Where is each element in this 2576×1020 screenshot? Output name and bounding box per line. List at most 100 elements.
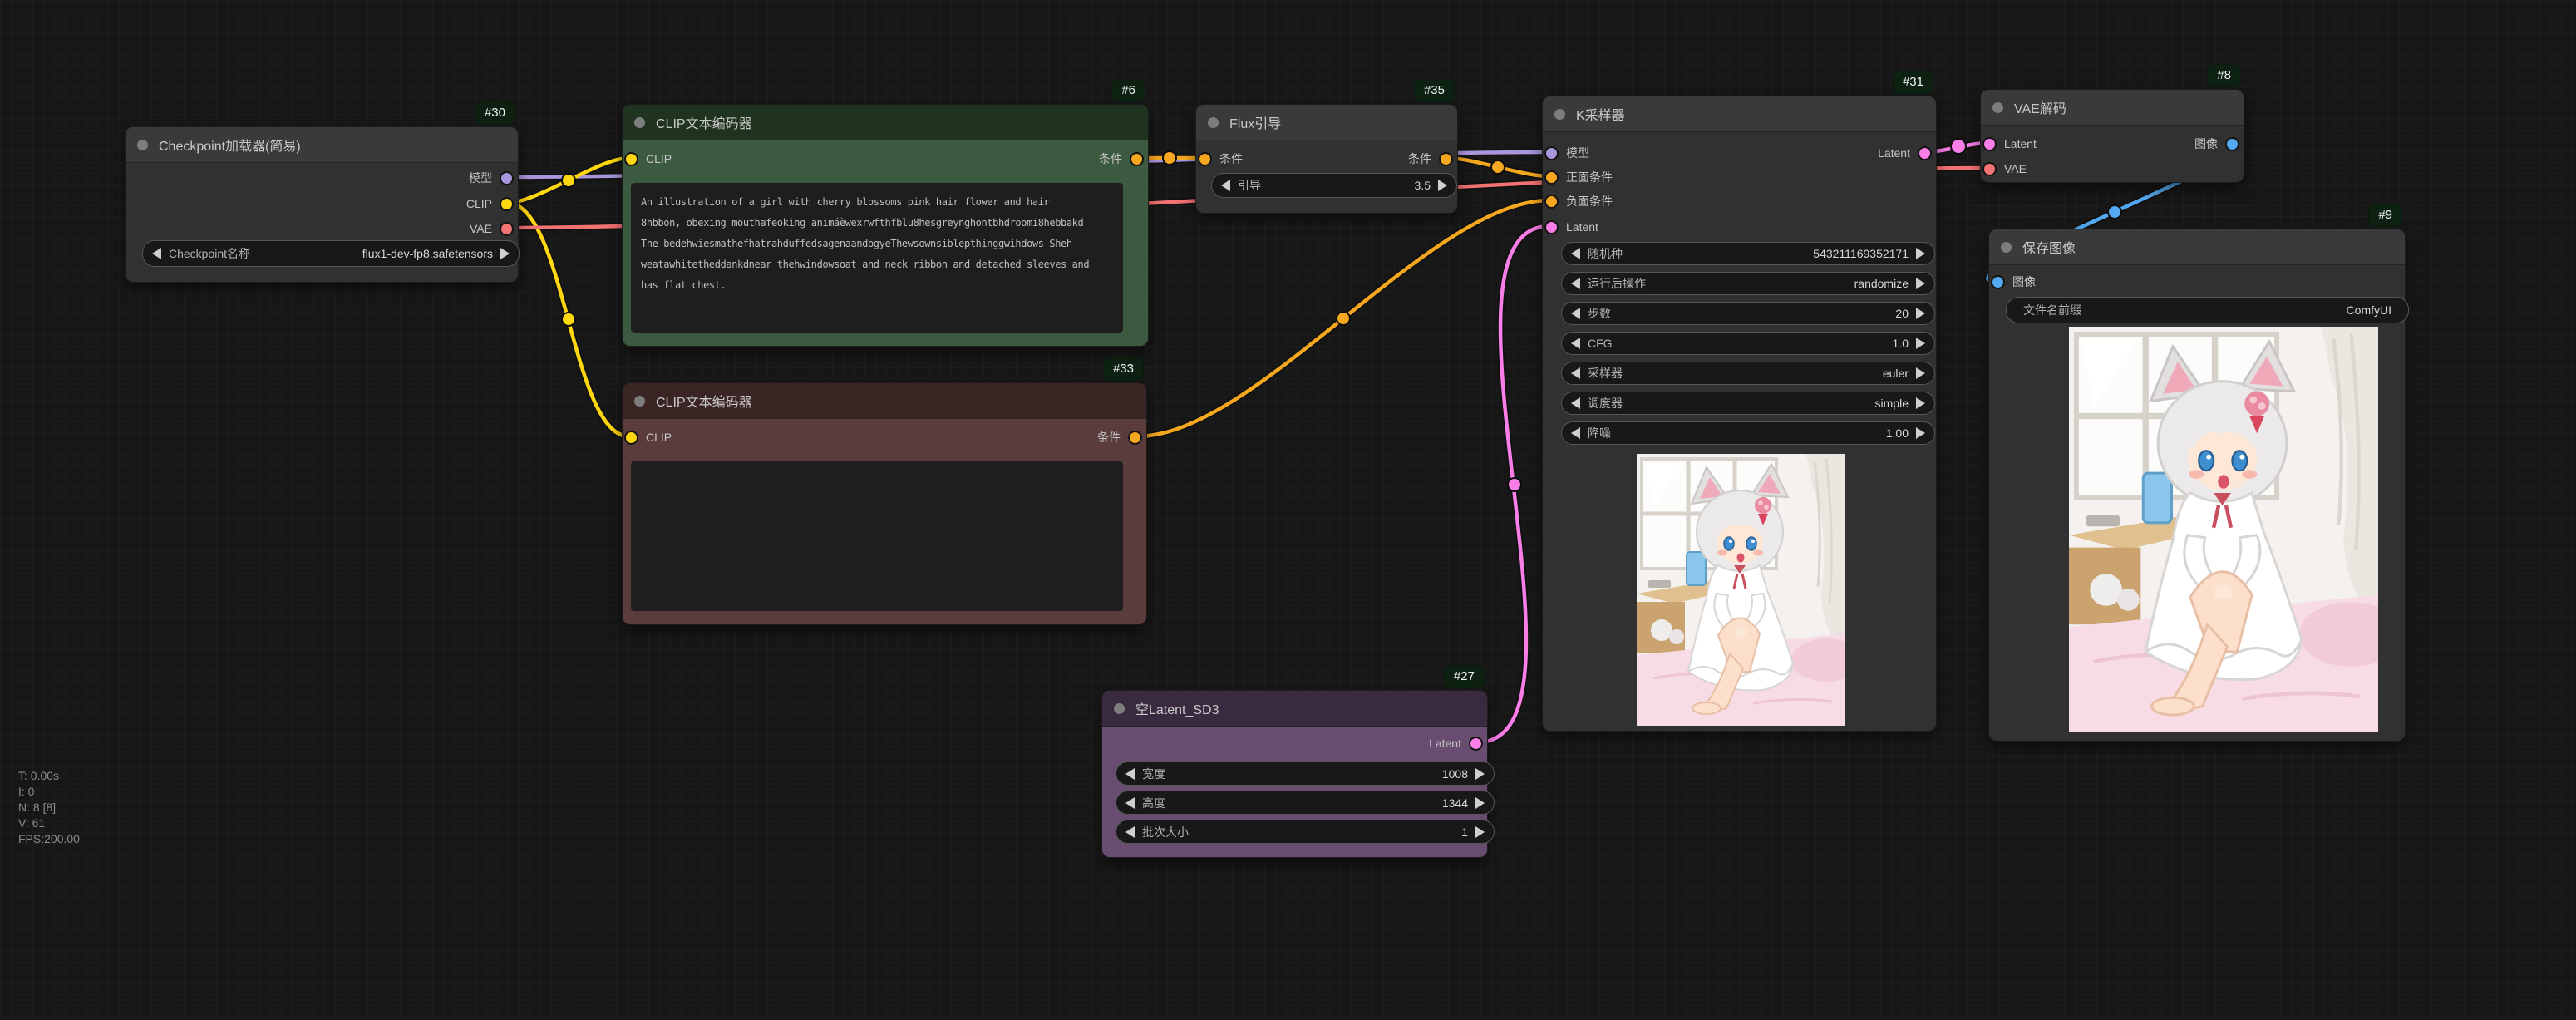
widget-value: ComfyUI <box>2347 303 2391 317</box>
output-model-dot[interactable] <box>500 171 514 185</box>
denoise-widget[interactable]: 降噪 1.00 <box>1561 421 1935 445</box>
decrement-arrow-icon[interactable] <box>1221 180 1230 191</box>
output-conditioning-dot[interactable] <box>1130 152 1144 166</box>
decrement-arrow-icon[interactable] <box>1571 397 1580 409</box>
input-clip-dot[interactable] <box>624 431 638 445</box>
increment-arrow-icon[interactable] <box>1916 367 1925 379</box>
sampler-widget[interactable]: 采样器 euler <box>1561 362 1935 385</box>
node-checkpoint-loader[interactable]: #30 Checkpoint加载器(简易) 模型 CLIP VAE Checkp… <box>125 126 519 283</box>
output-latent-dot[interactable] <box>1918 146 1932 160</box>
link-dot-cond-negative[interactable] <box>1337 312 1350 325</box>
link-dot-clip-negative[interactable] <box>562 313 575 326</box>
decrement-arrow-icon[interactable] <box>1571 308 1580 319</box>
filename-prefix-widget[interactable]: 文件名前缀 ComfyUI <box>2006 297 2409 323</box>
node-save-image[interactable]: #9 保存图像 图像 文件名前缀 ComfyUI <box>1988 229 2406 742</box>
node-header[interactable]: 空Latent_SD3 <box>1102 691 1487 727</box>
input-positive-dot[interactable] <box>1544 170 1559 185</box>
link-dot-latent-ksampler[interactable] <box>1508 478 1521 491</box>
input-latent-dot[interactable] <box>1982 137 1997 151</box>
input-model-dot[interactable] <box>1544 146 1559 160</box>
output-conditioning-dot[interactable] <box>1439 152 1453 166</box>
output-latent-dot[interactable] <box>1469 737 1483 751</box>
decrement-arrow-icon[interactable] <box>1571 367 1580 379</box>
input-latent-dot[interactable] <box>1544 220 1559 234</box>
decrement-arrow-icon[interactable] <box>152 248 161 259</box>
collapse-dot-icon[interactable] <box>1114 703 1125 714</box>
prompt-textarea[interactable] <box>631 461 1123 611</box>
collapse-dot-icon[interactable] <box>1992 102 2003 113</box>
increment-arrow-icon[interactable] <box>1916 338 1925 349</box>
output-clip-dot[interactable] <box>500 197 514 211</box>
increment-arrow-icon[interactable] <box>1916 308 1925 319</box>
node-flux-guidance[interactable]: #35 Flux引导 条件 条件 引导 3.5 <box>1195 104 1458 214</box>
decrement-arrow-icon[interactable] <box>1571 278 1580 289</box>
collapse-dot-icon[interactable] <box>634 117 645 128</box>
increment-arrow-icon[interactable] <box>500 248 510 259</box>
node-header[interactable]: Flux引导 <box>1196 105 1457 140</box>
output-image-dot[interactable] <box>2225 137 2239 151</box>
seed-widget[interactable]: 随机种 543211169352171 <box>1561 242 1935 265</box>
batch-size-widget[interactable]: 批次大小 1 <box>1116 820 1495 844</box>
link-dot-flux-positive[interactable] <box>1491 160 1505 174</box>
collapse-dot-icon[interactable] <box>634 396 645 407</box>
cfg-widget[interactable]: CFG 1.0 <box>1561 332 1935 355</box>
input-image-dot[interactable] <box>1991 275 2005 289</box>
node-ksampler[interactable]: #31 K采样器 模型 正面条件 负面条件 Latent Latent 随机种 … <box>1542 96 1937 732</box>
node-header[interactable]: CLIP文本编码器 <box>623 383 1146 419</box>
increment-arrow-icon[interactable] <box>1916 248 1925 259</box>
node-header[interactable]: K采样器 <box>1543 96 1936 132</box>
steps-widget[interactable]: 步数 20 <box>1561 302 1935 325</box>
decrement-arrow-icon[interactable] <box>1125 797 1135 809</box>
node-header[interactable]: 保存图像 <box>1989 229 2405 265</box>
checkpoint-name-widget[interactable]: Checkpoint名称 flux1-dev-fp8.safetensors <box>142 240 520 267</box>
increment-arrow-icon[interactable] <box>1916 397 1925 409</box>
comfyui-canvas[interactable]: { "stats": { "line1": "T: 0.00s", "line2… <box>0 0 2576 1020</box>
collapse-dot-icon[interactable] <box>137 140 148 150</box>
output-conditioning-label: 条件 <box>1099 150 1122 167</box>
link-dot-clip-positive[interactable] <box>562 174 575 187</box>
guidance-widget[interactable]: 引导 3.5 <box>1211 173 1457 198</box>
width-widget[interactable]: 宽度 1008 <box>1116 761 1495 786</box>
output-conditioning-dot[interactable] <box>1128 431 1142 445</box>
control-after-generate-widget[interactable]: 运行后操作 randomize <box>1561 272 1935 295</box>
link-dot-image-save[interactable] <box>2108 205 2121 219</box>
decrement-arrow-icon[interactable] <box>1571 338 1580 349</box>
increment-arrow-icon[interactable] <box>1916 427 1925 439</box>
increment-arrow-icon[interactable] <box>1916 278 1925 289</box>
input-conditioning: 条件 <box>1198 150 1243 168</box>
collapse-dot-icon[interactable] <box>1208 117 1219 128</box>
decrement-arrow-icon[interactable] <box>1125 826 1135 838</box>
widget-value: euler <box>1883 367 1909 380</box>
input-negative-dot[interactable] <box>1544 195 1559 209</box>
input-latent: Latent <box>1982 135 2037 153</box>
node-empty-latent-sd3[interactable]: #27 空Latent_SD3 Latent 宽度 1008 高度 1344 批… <box>1101 690 1488 858</box>
increment-arrow-icon[interactable] <box>1475 797 1485 809</box>
collapse-dot-icon[interactable] <box>2001 242 2012 253</box>
increment-arrow-icon[interactable] <box>1475 826 1485 838</box>
link-dot-cond-flux[interactable] <box>1163 151 1176 165</box>
ksampler-preview-image <box>1637 454 1845 726</box>
input-clip-dot[interactable] <box>624 152 638 166</box>
increment-arrow-icon[interactable] <box>1438 180 1447 191</box>
decrement-arrow-icon[interactable] <box>1125 768 1135 780</box>
link-dot-latent-vae[interactable] <box>1951 139 1966 154</box>
height-widget[interactable]: 高度 1344 <box>1116 791 1495 815</box>
decrement-arrow-icon[interactable] <box>1571 248 1580 259</box>
output-vae-dot[interactable] <box>500 222 514 236</box>
node-header[interactable]: Checkpoint加载器(简易) <box>126 127 518 163</box>
scheduler-widget[interactable]: 调度器 simple <box>1561 392 1935 415</box>
increment-arrow-icon[interactable] <box>1475 768 1485 780</box>
node-clip-text-encode-positive[interactable]: #6 CLIP文本编码器 CLIP 条件 An illustration of … <box>622 104 1149 347</box>
input-model: 模型 <box>1544 144 1589 162</box>
collapse-dot-icon[interactable] <box>1554 109 1565 120</box>
node-clip-text-encode-negative[interactable]: #33 CLIP文本编码器 CLIP 条件 <box>622 382 1147 625</box>
input-vae-dot[interactable] <box>1982 162 1997 176</box>
node-header[interactable]: CLIP文本编码器 <box>623 105 1148 140</box>
widget-label: 随机种 <box>1588 245 1623 262</box>
input-conditioning-dot[interactable] <box>1198 152 1212 166</box>
node-vae-decode[interactable]: #8 VAE解码 Latent VAE 图像 <box>1980 89 2244 183</box>
output-conditioning: 条件 <box>1099 150 1144 168</box>
decrement-arrow-icon[interactable] <box>1571 427 1580 439</box>
node-header[interactable]: VAE解码 <box>1981 90 2244 126</box>
prompt-textarea[interactable]: An illustration of a girl with cherry bl… <box>631 183 1123 333</box>
